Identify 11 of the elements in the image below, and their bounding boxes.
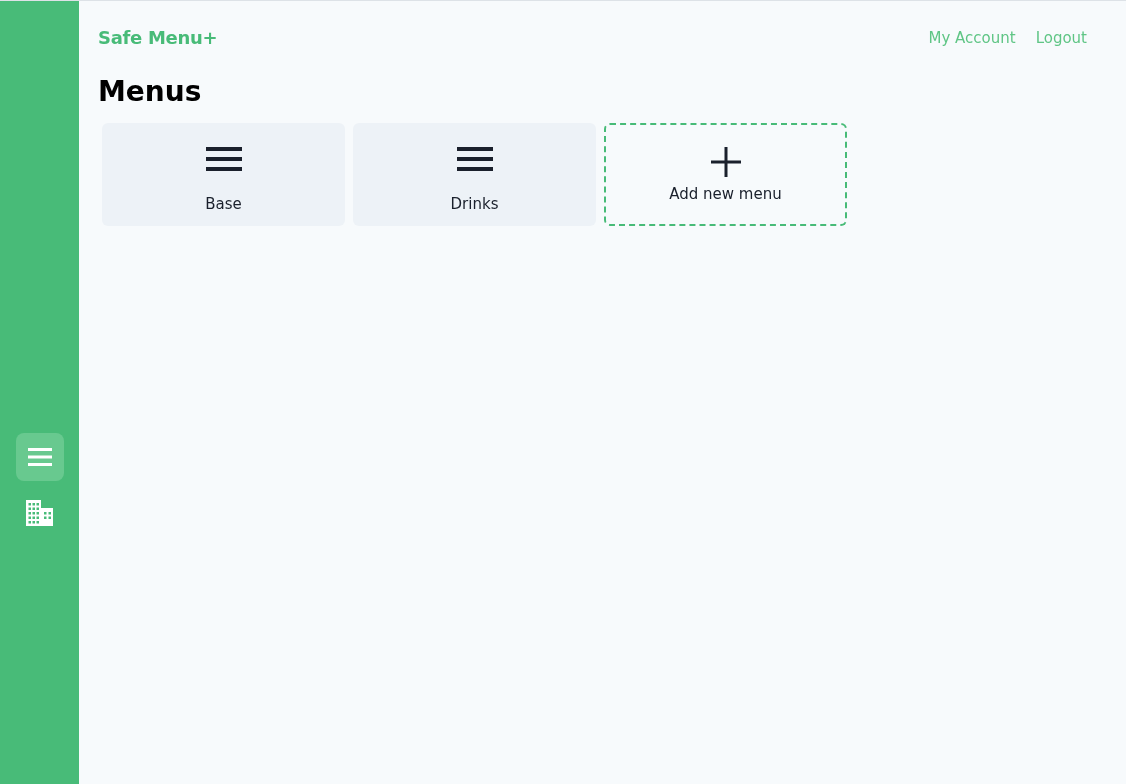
app-title: Safe Menu+: [98, 26, 218, 50]
plus-icon: [710, 147, 741, 177]
sidebar-nav-button[interactable]: [15, 433, 64, 481]
building-icon: [26, 500, 53, 526]
page-title: Menus: [98, 74, 203, 110]
menu-icon: [27, 448, 52, 466]
menu-icon: [205, 147, 242, 171]
menu-card[interactable]: Drinks: [353, 123, 596, 226]
menu-icon: [456, 147, 493, 171]
menu-card[interactable]: Base: [102, 123, 345, 226]
add-menu-button[interactable]: Add new menu: [604, 123, 847, 226]
